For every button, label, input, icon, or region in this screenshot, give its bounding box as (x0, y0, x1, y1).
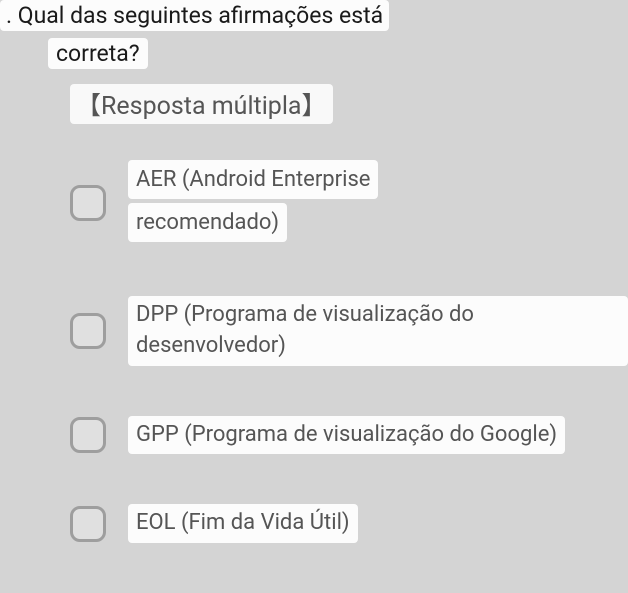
option-item: AER (Android Enterprise recomendado) (70, 160, 628, 246)
question-line2: correta? (48, 38, 148, 69)
checkbox-gpp[interactable] (70, 417, 106, 453)
question-subtitle: 【Resposta múltipla】 (70, 84, 333, 124)
option-item: DPP (Programa de visualização do desenvo… (70, 296, 628, 366)
option-label-line1: AER (Android Enterprise (128, 160, 378, 199)
option-label: GPP (Programa de visualização do Google) (128, 416, 565, 455)
option-item: GPP (Programa de visualização do Google) (70, 416, 628, 455)
option-item: EOL (Fim da Vida Útil) (70, 504, 628, 543)
option-label: AER (Android Enterprise recomendado) (128, 160, 378, 246)
question-line1: . Qual das seguintes afirmações está (0, 0, 389, 31)
options-list: AER (Android Enterprise recomendado) DPP… (70, 160, 628, 593)
checkbox-dpp[interactable] (70, 313, 106, 349)
option-label: EOL (Fim da Vida Útil) (128, 504, 358, 543)
checkbox-aer[interactable] (70, 185, 106, 221)
option-label-line2: recomendado) (128, 203, 287, 242)
option-label: DPP (Programa de visualização do desenvo… (128, 296, 628, 366)
checkbox-eol[interactable] (70, 506, 106, 542)
